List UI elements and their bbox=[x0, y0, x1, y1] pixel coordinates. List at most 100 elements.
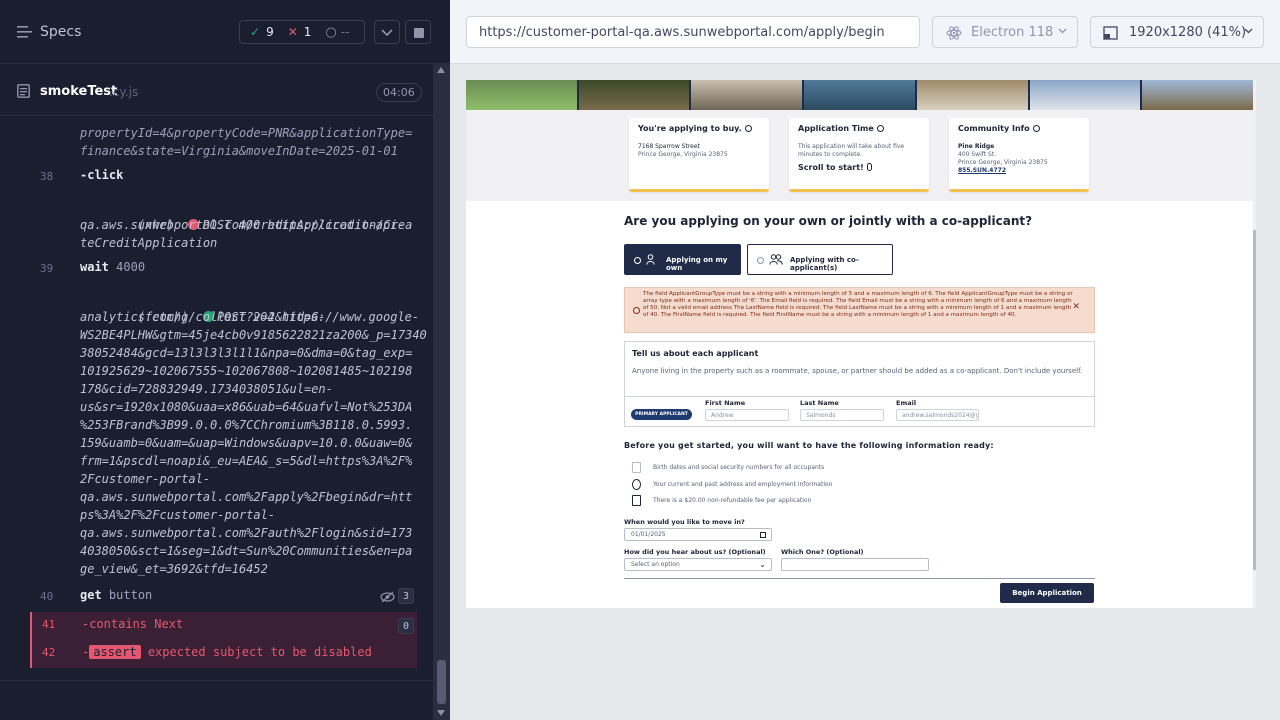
card-line: Prince George, Virginia 23875 bbox=[958, 159, 1048, 166]
applicant-description: Anyone living in the property such as a … bbox=[632, 367, 1083, 375]
fetch-line: qa.aws.sunwebportal.com%2Fauth%2Flogin&s… bbox=[80, 526, 413, 540]
first-name-field[interactable]: Andrew bbox=[705, 409, 789, 421]
applicant-title: Tell us about each applicant bbox=[632, 349, 759, 358]
app-scrollbar[interactable] bbox=[1253, 80, 1256, 608]
card-title: Application Time bbox=[798, 124, 874, 133]
fetch-line: us&sr=1920x1080&uaa=x86&uab=64&uafvl=Not… bbox=[80, 400, 413, 414]
specs-title[interactable]: Specs bbox=[40, 24, 81, 40]
xhr-log[interactable]: (xhr) POST 400 https://credit-api- qa.aw… bbox=[0, 198, 433, 254]
close-icon[interactable]: ✕ bbox=[1072, 303, 1080, 312]
info-icon[interactable] bbox=[1032, 125, 1040, 132]
divider bbox=[625, 396, 1094, 397]
which-one-label: Which One? (Optional) bbox=[781, 548, 864, 556]
scroll-thumb[interactable] bbox=[437, 660, 446, 704]
mouse-icon bbox=[866, 163, 872, 171]
spec-file-row[interactable]: smokeTest .cy.js 04:06 bbox=[0, 64, 433, 116]
requirements-title: Before you get started, you will want to… bbox=[624, 441, 994, 450]
info-icon[interactable] bbox=[876, 125, 884, 132]
validation-error-alert: The field ApplicantGroupType must be a s… bbox=[624, 287, 1095, 333]
card-line: Pine Ridge bbox=[958, 143, 995, 150]
element-count-badge: 0 bbox=[398, 618, 414, 634]
hear-about-select[interactable]: Select an option ⌄ bbox=[624, 558, 772, 571]
which-one-input[interactable] bbox=[781, 558, 929, 571]
chevron-down-button[interactable] bbox=[374, 20, 400, 44]
person-icon bbox=[646, 254, 655, 265]
reporter-panel: Specs ✓ 9 ✕ 1 ○ -- smokeTest .cy.js 04:0… bbox=[0, 0, 450, 720]
command-42[interactable]: 42 - assert expected subject to be disabl… bbox=[30, 640, 417, 668]
command-number: 38 bbox=[40, 170, 54, 183]
option-label: Applying with co-applicant(s) bbox=[790, 256, 859, 272]
fetch-line: 178&cid=728832949.1734038051&ul=en- bbox=[80, 382, 333, 396]
people-icon bbox=[769, 254, 783, 265]
requirement-text: Birth dates and social security numbers … bbox=[653, 464, 825, 471]
scroll-thumb[interactable] bbox=[1253, 230, 1256, 570]
xhr-text-cont: qa.aws.sunwebportal.com/creditApplicatio… bbox=[80, 218, 413, 232]
reporter-footer bbox=[0, 680, 433, 720]
specs-header: Specs ✓ 9 ✕ 1 ○ -- bbox=[0, 0, 450, 64]
specs-menu-icon[interactable] bbox=[17, 26, 32, 38]
apply-own-option[interactable]: Applying on my own bbox=[624, 244, 741, 275]
command-40[interactable]: 40 get button 3 bbox=[0, 588, 433, 608]
info-icon[interactable] bbox=[744, 125, 752, 132]
card-title: Community Info bbox=[958, 124, 1030, 133]
radio-selected-icon bbox=[634, 257, 641, 264]
community-info-card: Community Info Pine Ridge 400 Swift St. … bbox=[949, 118, 1089, 192]
begin-application-button[interactable]: Begin Application bbox=[1000, 583, 1094, 603]
app-frame: You're applying to buy. 7168 Sparrow Str… bbox=[466, 80, 1256, 608]
option-label: Applying on my own bbox=[666, 256, 728, 272]
fetch-line: qa.aws.sunwebportal.com%2Fapply%2Fbegin&… bbox=[80, 490, 413, 504]
viewport-label: 1920x1280 (41%) bbox=[1129, 25, 1247, 40]
calendar-icon[interactable] bbox=[760, 532, 766, 538]
reporter-scrollbar[interactable] bbox=[433, 64, 450, 720]
move-in-label: When would you like to move in? bbox=[624, 518, 745, 526]
scroll-down-icon[interactable] bbox=[437, 710, 445, 716]
hero-photo-strip bbox=[466, 80, 1254, 110]
document-icon bbox=[632, 462, 641, 473]
command-39[interactable]: 39 wait 4000 bbox=[0, 260, 433, 278]
hear-about-label: How did you hear about us? (Optional) bbox=[624, 548, 766, 556]
scroll-hint: Scroll to start! bbox=[798, 163, 864, 172]
log-url-line: propertyId=4&propertyCode=PNR&applicatio… bbox=[80, 126, 413, 140]
log-url-line: finance&state=Virginia&moveInDate=2025-0… bbox=[80, 144, 398, 158]
first-name-label: First Name bbox=[705, 399, 746, 407]
fetch-log[interactable]: (fetch) POST 204 https://www.google- ana… bbox=[0, 290, 433, 580]
passed-count: 9 bbox=[266, 25, 274, 39]
chevron-down-icon bbox=[1244, 28, 1253, 34]
requirement-text: Your current and past address and employ… bbox=[653, 481, 833, 488]
apply-joint-option[interactable]: Applying with co-applicant(s) bbox=[747, 244, 893, 275]
fetch-line: frm=1&pscdl=noapi&_eu=AEA&_s=5&dl=https%… bbox=[80, 454, 413, 468]
browser-selector[interactable]: Electron 118 bbox=[932, 16, 1078, 48]
fetch-line: ps%3A%2F%2Fcustomer-portal- bbox=[80, 508, 276, 522]
browser-label: Electron 118 bbox=[971, 25, 1054, 40]
scroll-up-icon[interactable] bbox=[437, 67, 445, 73]
fetch-line: 159&uamb=0&uam=&uap=Windows&uapv=10.0.0&… bbox=[80, 436, 413, 450]
command-number: 39 bbox=[40, 262, 54, 275]
error-message: The field ApplicantGroupType must be a s… bbox=[643, 291, 1073, 318]
email-label: Email bbox=[896, 399, 917, 407]
command-log: propertyId=4&propertyCode=PNR&applicatio… bbox=[0, 116, 433, 676]
phone-link[interactable]: 855.SUN.4772 bbox=[958, 167, 1080, 175]
command-38[interactable]: 38 -click bbox=[0, 168, 433, 186]
move-in-date-value: 01/01/2025 bbox=[631, 531, 666, 538]
applicant-section: Tell us about each applicant Anyone livi… bbox=[624, 341, 1095, 427]
chevron-down-icon: ⌄ bbox=[759, 560, 766, 569]
command-41[interactable]: 41 -contains Next 0 bbox=[30, 612, 417, 640]
card-line: Prince George, Virginia 23875 bbox=[638, 151, 728, 158]
passed-icon: ✓ bbox=[250, 25, 261, 39]
chevron-down-icon bbox=[381, 29, 393, 37]
move-in-date-input[interactable]: 01/01/2025 bbox=[624, 528, 772, 541]
test-stats: ✓ 9 ✕ 1 ○ -- bbox=[239, 20, 365, 44]
eye-slash-icon bbox=[380, 591, 395, 603]
card-title: You're applying to buy. bbox=[638, 124, 742, 133]
stop-button[interactable] bbox=[405, 20, 431, 44]
email-field[interactable]: andrew.salmonds2024@g bbox=[896, 409, 979, 421]
viewport-selector[interactable]: 1920x1280 (41%) bbox=[1090, 16, 1264, 48]
url-bar[interactable]: https://customer-portal-qa.aws.sunwebpor… bbox=[466, 16, 920, 48]
command-name: get bbox=[80, 588, 102, 602]
requirement-text: There is a $20.00 non-refundable fee per… bbox=[653, 497, 812, 504]
viewport-icon bbox=[1103, 26, 1118, 40]
command-name: -click bbox=[80, 168, 124, 182]
fetch-line: 2Fcustomer-portal- bbox=[80, 472, 211, 486]
failed-icon: ✕ bbox=[287, 25, 298, 39]
last-name-field[interactable]: Salmonds bbox=[800, 409, 884, 421]
